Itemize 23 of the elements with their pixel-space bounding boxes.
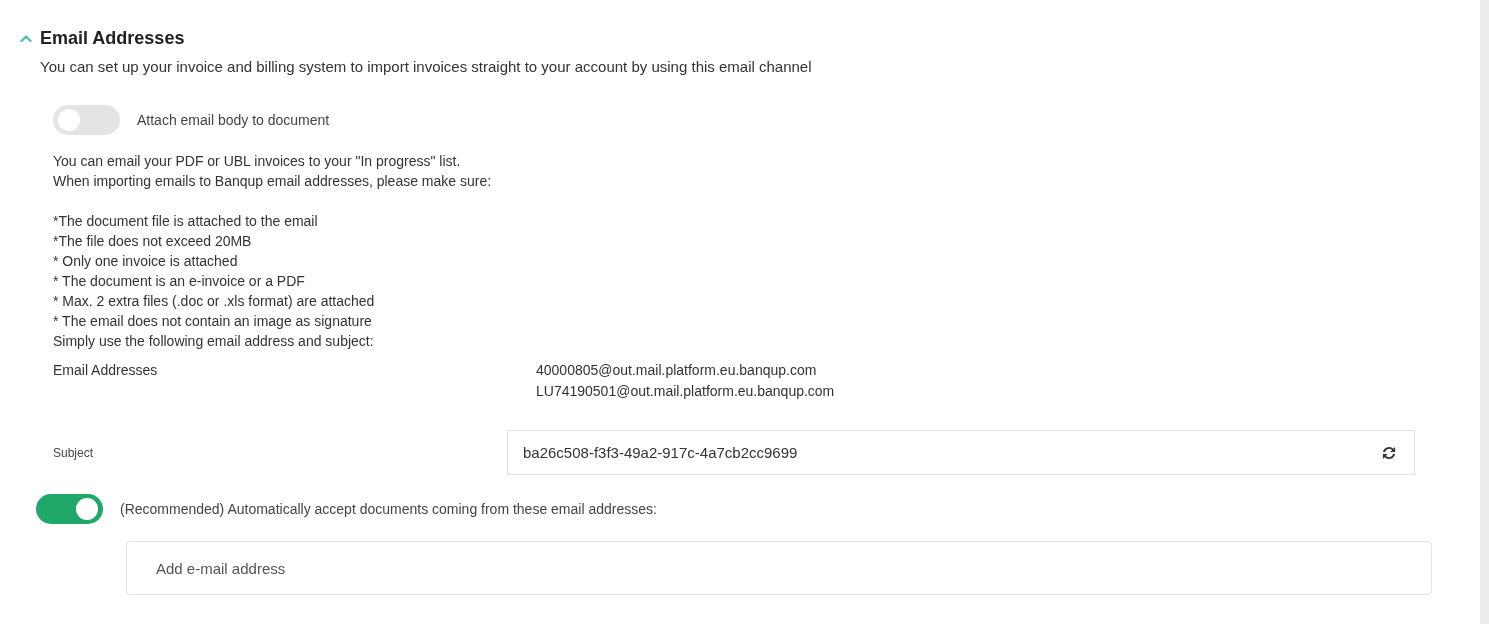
refresh-icon[interactable] — [1382, 445, 1396, 460]
email-address-text: LU74190501@out.mail.platform.eu.banqup.com — [536, 382, 835, 401]
subject-label: Subject — [53, 445, 95, 460]
requirement-text: *The document file is attached to the email — [53, 212, 319, 231]
add-email-field[interactable]: Add e-mail address — [126, 541, 1432, 595]
toggle-switch[interactable] — [53, 105, 120, 135]
requirement-text: * The email does not contain an image as signature — [53, 312, 373, 331]
section-title: Email Addresses — [40, 27, 185, 49]
requirement-text: * The document is an e-invoice or a PDF — [53, 272, 306, 291]
section-description: You can set up your invoice and billing system to import invoices straight to your account by using this email channel — [40, 57, 813, 77]
email-address-text: 40000805@out.mail.platform.eu.banqup.com — [536, 361, 817, 380]
instruction-text: You can email your PDF or UBL invoices to your "In progress" list. — [53, 152, 462, 171]
requirement-text: * Only one invoice is attached — [53, 252, 239, 271]
chevron-up-icon[interactable] — [20, 34, 32, 42]
instruction-text: When importing emails to Banqup email addresses, please make sure: — [53, 172, 493, 191]
toggle-label: (Recommended) Automatically accept documents coming from these email addresses: — [120, 501, 657, 517]
toggle-label: Attach email body to document — [137, 112, 330, 128]
instruction-text: Simply use the following email address and subject: — [53, 332, 375, 351]
addresses-label: Email Addresses — [53, 361, 159, 380]
subject-field[interactable]: ba26c508-f3f3-49a2-917c-4a7cb2cc9699 — [507, 430, 1415, 475]
requirement-text: * Max. 2 extra files (.doc or .xls format) are attached — [53, 292, 376, 311]
requirement-text: *The file does not exceed 20MB — [53, 232, 253, 251]
toggle-switch[interactable] — [36, 494, 103, 524]
